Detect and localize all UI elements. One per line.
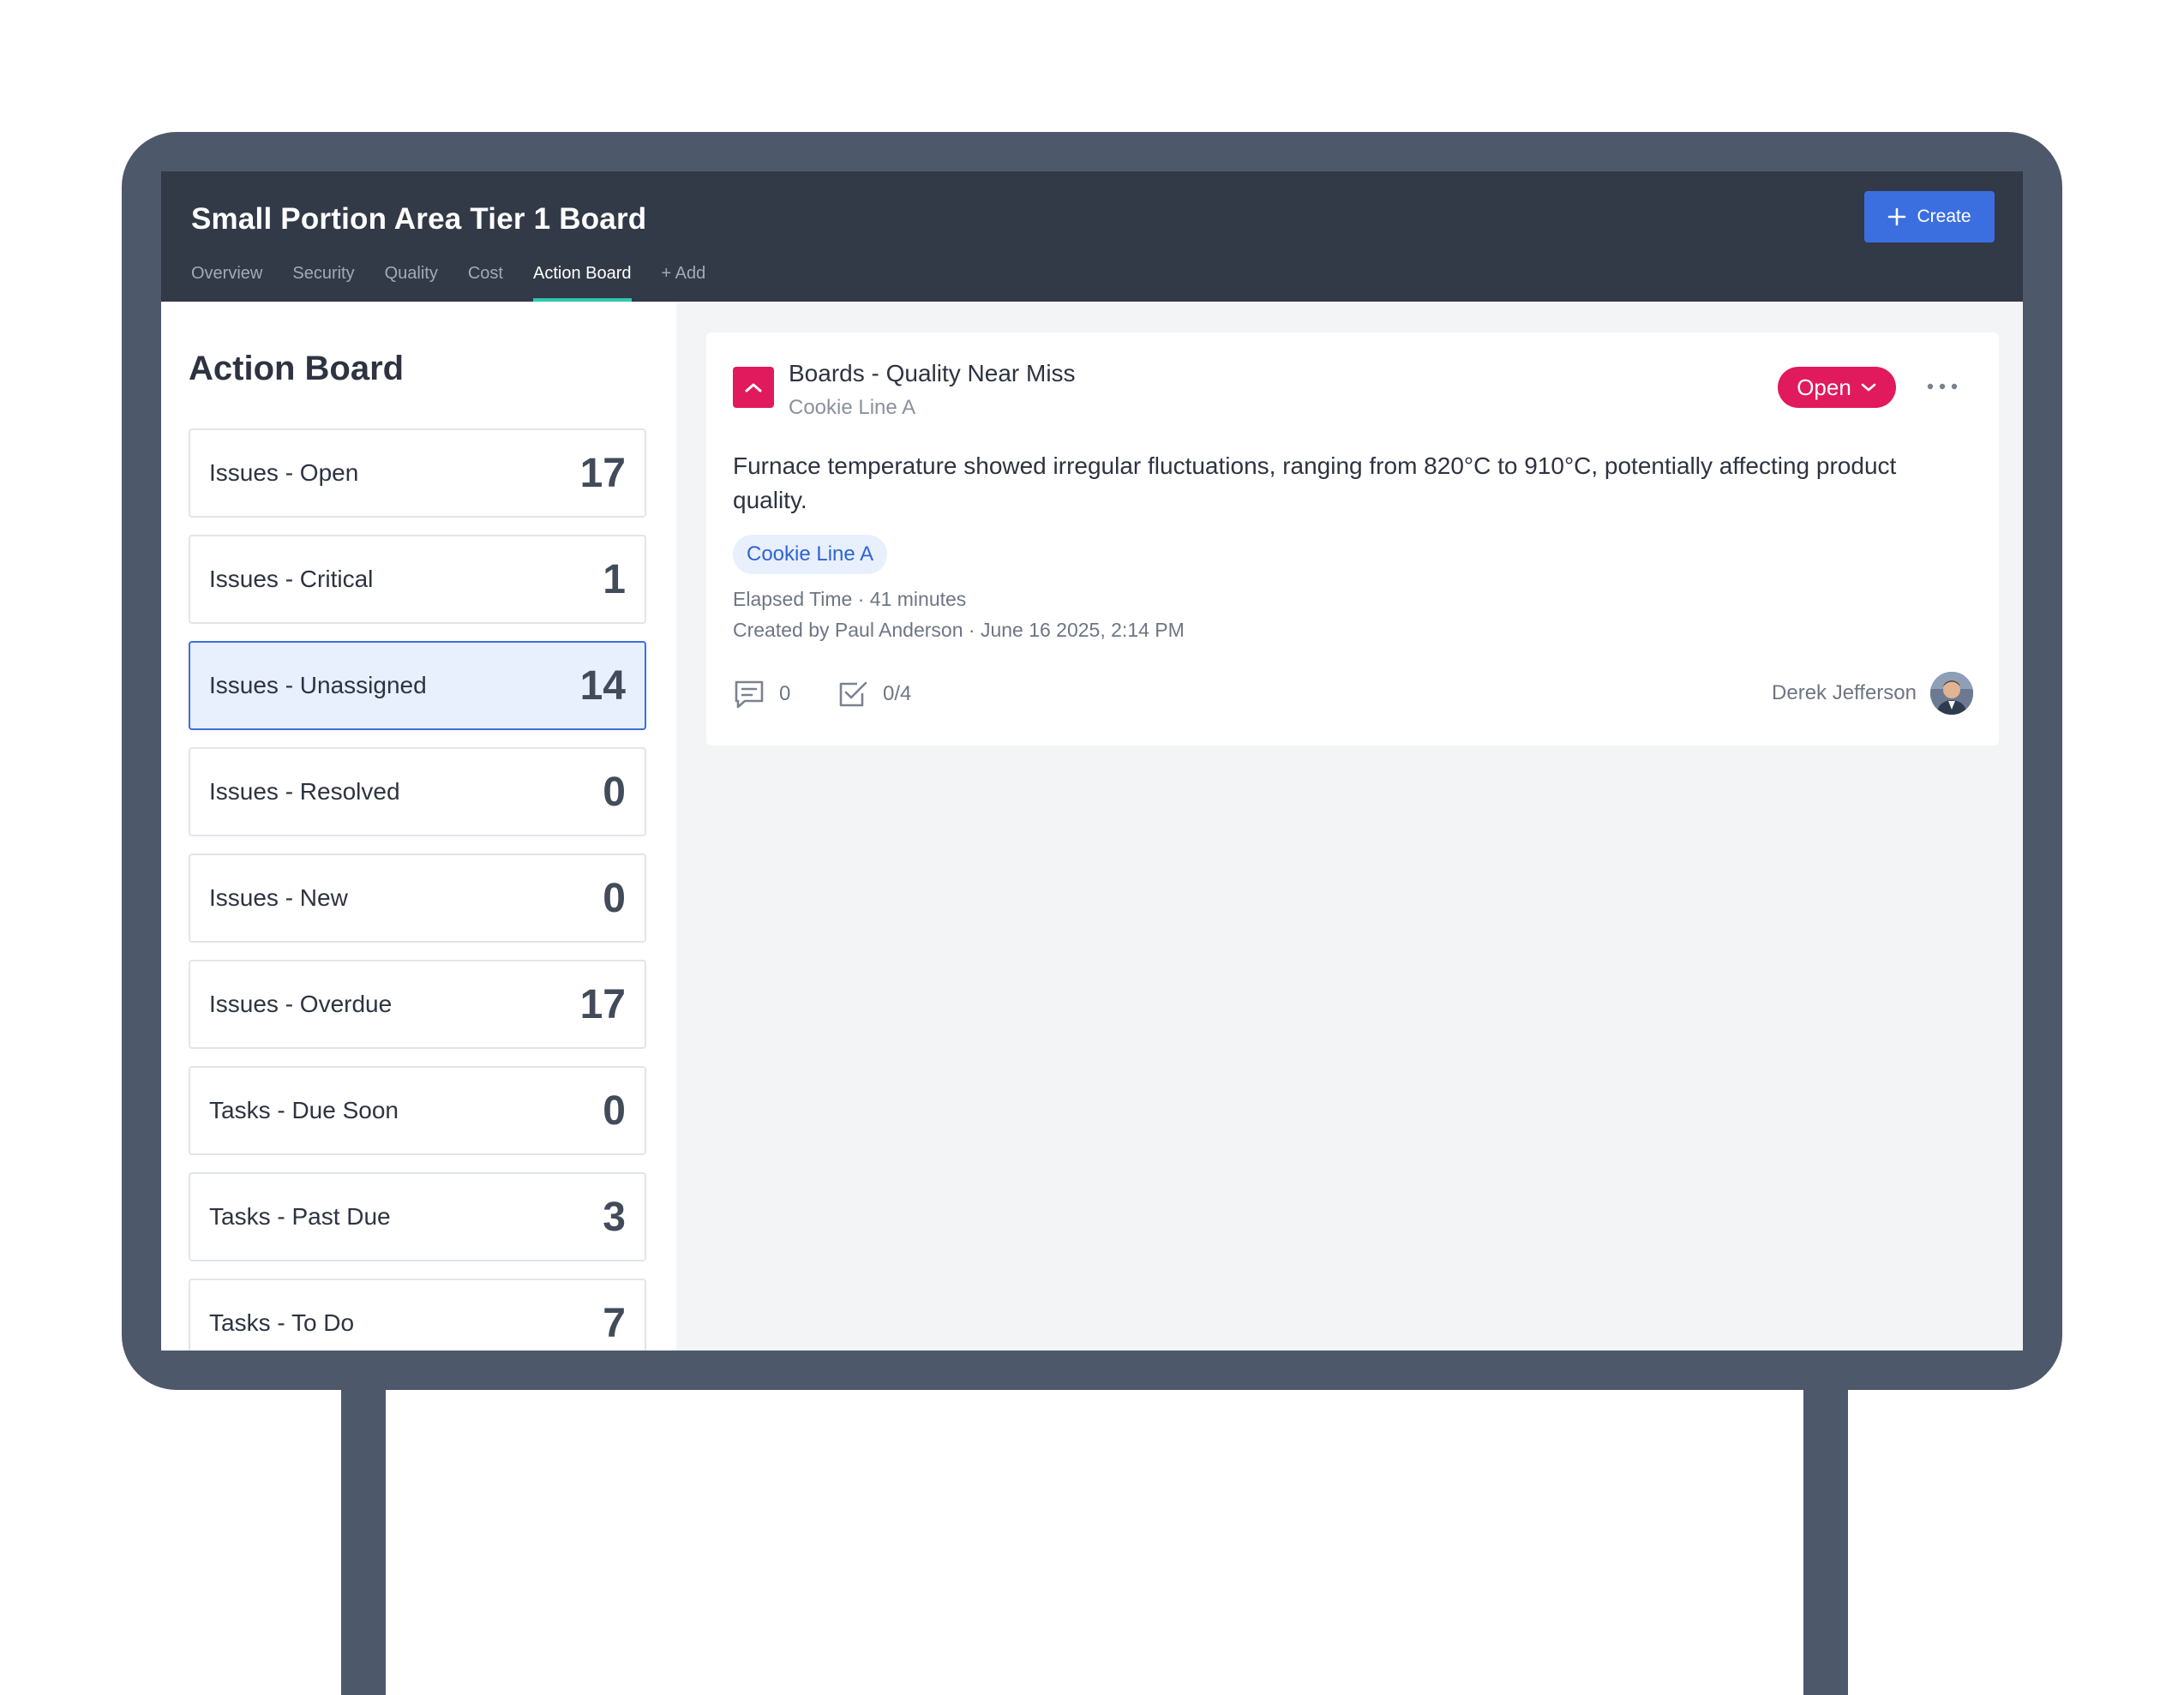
board-header: Small Portion Area Tier 1 Board Create O… — [161, 171, 2023, 302]
tab-security[interactable]: Security — [292, 264, 354, 302]
stat-value: 0 — [603, 769, 626, 815]
comments-counter[interactable]: 0 — [733, 679, 790, 710]
tasks-progress: 0/4 — [883, 682, 912, 705]
stat-value: 3 — [603, 1194, 626, 1240]
stat-card-tasks-past-due[interactable]: Tasks - Past Due 3 — [189, 1172, 646, 1261]
issue-subtitle: Cookie Line A — [789, 396, 916, 419]
stat-value: 17 — [579, 981, 626, 1027]
more-options-button[interactable] — [1923, 372, 1961, 401]
tab-add[interactable]: + Add — [662, 264, 706, 302]
stat-card-issues-new[interactable]: Issues - New 0 — [189, 853, 646, 943]
issue-title[interactable]: Boards - Quality Near Miss — [789, 360, 1076, 387]
create-button[interactable]: Create — [1864, 191, 1995, 243]
avatar[interactable] — [1930, 672, 1973, 715]
location-tag[interactable]: Cookie Line A — [733, 535, 888, 574]
plus-icon — [1888, 207, 1906, 226]
stat-card-issues-critical[interactable]: Issues - Critical 1 — [189, 535, 646, 624]
more-horizontal-icon — [1927, 383, 1958, 390]
board-title: Small Portion Area Tier 1 Board — [191, 202, 647, 236]
elapsed-time: Elapsed Time · 41 minutes — [733, 588, 967, 610]
tab-action-board[interactable]: Action Board — [532, 264, 632, 302]
stat-value: 0 — [603, 875, 626, 921]
sidebar: Action Board Issues - Open 17 Issues - C… — [161, 302, 676, 1351]
stat-label: Issues - Resolved — [209, 778, 400, 805]
comment-icon — [735, 680, 764, 709]
assignee[interactable]: Derek Jefferson — [1772, 672, 1973, 715]
tasks-counter[interactable]: 0/4 — [837, 679, 911, 710]
stat-label: Tasks - Due Soon — [209, 1097, 399, 1123]
checkbox-check-icon — [839, 681, 867, 707]
stat-card-issues-open[interactable]: Issues - Open 17 — [189, 428, 646, 518]
create-button-label: Create — [1917, 207, 1971, 226]
stat-label: Issues - Critical — [209, 566, 374, 592]
assignee-name: Derek Jefferson — [1772, 681, 1917, 704]
stat-value: 17 — [579, 450, 626, 496]
chevron-down-icon — [1861, 383, 1876, 392]
stat-card-issues-unassigned[interactable]: Issues - Unassigned 14 — [189, 641, 646, 730]
board-stand-right-leg — [1803, 1380, 1848, 1695]
sidebar-title: Action Board — [189, 350, 405, 387]
board-tabs: Overview Security Quality Cost Action Bo… — [191, 264, 735, 302]
tab-quality[interactable]: Quality — [385, 264, 438, 302]
stat-label: Issues - Overdue — [209, 991, 393, 1017]
created-info: Created by Paul Anderson · June 16 2025,… — [733, 619, 1185, 641]
stat-value: 7 — [603, 1300, 626, 1346]
stat-label: Issues - Open — [209, 459, 359, 486]
stat-label: Issues - New — [209, 884, 348, 911]
stat-value: 14 — [579, 662, 626, 709]
board-stand-left-leg — [341, 1380, 386, 1695]
stat-value: 1 — [603, 556, 626, 602]
stat-value: 0 — [603, 1087, 626, 1134]
issue-description: Furnace temperature showed irregular flu… — [733, 452, 1897, 513]
stat-card-tasks-to-do[interactable]: Tasks - To Do 7 — [189, 1279, 646, 1351]
status-label: Open — [1797, 374, 1851, 400]
board-screen: Small Portion Area Tier 1 Board Create O… — [161, 171, 2023, 1351]
stat-label: Issues - Unassigned — [209, 672, 427, 698]
chevron-up-icon — [733, 367, 774, 408]
stat-card-issues-overdue[interactable]: Issues - Overdue 17 — [189, 960, 646, 1049]
tab-cost[interactable]: Cost — [468, 264, 503, 302]
stat-label: Tasks - Past Due — [209, 1203, 391, 1230]
stat-card-tasks-due-soon[interactable]: Tasks - Due Soon 0 — [189, 1066, 646, 1155]
stat-label: Tasks - To Do — [209, 1309, 355, 1336]
stat-card-issues-resolved[interactable]: Issues - Resolved 0 — [189, 747, 646, 836]
status-dropdown[interactable]: Open — [1778, 367, 1896, 408]
comments-count: 0 — [779, 682, 791, 705]
tab-overview[interactable]: Overview — [191, 264, 262, 302]
issue-card[interactable]: Boards - Quality Near Miss Cookie Line A… — [706, 332, 1999, 746]
